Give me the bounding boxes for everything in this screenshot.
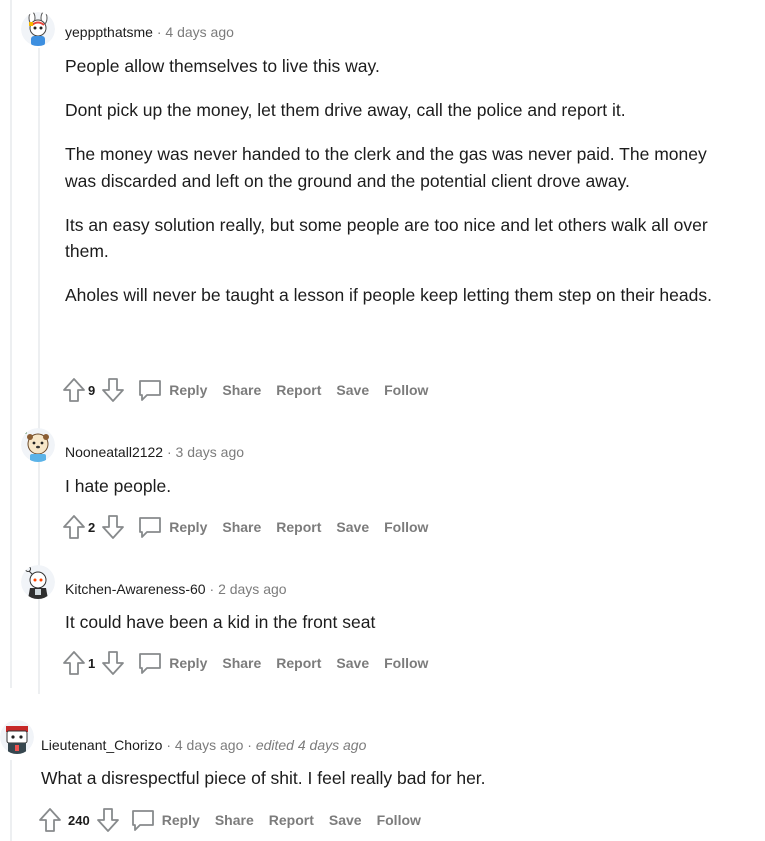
- comment-actions: 240 Reply Share Report Save Follow: [38, 805, 436, 835]
- save-button[interactable]: Save: [336, 382, 369, 398]
- comment-meta: Nooneatall2122 · 3 days ago: [65, 443, 244, 461]
- share-button[interactable]: Share: [215, 812, 254, 828]
- vote-score: 1: [88, 655, 96, 671]
- follow-button[interactable]: Follow: [377, 812, 421, 828]
- username-link[interactable]: Lieutenant_Chorizo: [41, 737, 162, 753]
- downvote-arrow-icon[interactable]: [101, 377, 125, 403]
- comment-body: I hate people.: [65, 473, 725, 500]
- upvote-arrow-icon[interactable]: [62, 650, 86, 676]
- comment-paragraph: Aholes will never be taught a lesson if …: [65, 285, 712, 305]
- follow-button[interactable]: Follow: [384, 382, 428, 398]
- upvote-arrow-icon[interactable]: [38, 807, 62, 833]
- edited-label: edited 4 days ago: [255, 737, 367, 753]
- follow-button[interactable]: Follow: [384, 655, 428, 671]
- save-button[interactable]: Save: [336, 519, 369, 535]
- comment-paragraph: Dont pick up the money, let them drive a…: [65, 100, 626, 120]
- reply-label: Reply: [161, 812, 200, 828]
- comment-actions: 1 Reply Share Report Save Follow: [62, 648, 443, 678]
- comment-actions: 2 Reply Share Report Save Follow: [62, 512, 443, 542]
- meta-separator: ·: [209, 581, 215, 597]
- speech-bubble-icon: [137, 514, 163, 540]
- timestamp[interactable]: 4 days ago: [165, 24, 234, 40]
- comment-body: People allow themselves to live this way…: [65, 53, 725, 309]
- meta-separator: ·: [247, 737, 252, 753]
- upvote-arrow-icon[interactable]: [62, 514, 86, 540]
- downvote-arrow-icon[interactable]: [96, 807, 120, 833]
- thread-line[interactable]: [10, 760, 12, 841]
- reply-label: Reply: [169, 655, 208, 671]
- comment-paragraph: The money was never handed to the clerk …: [65, 144, 707, 191]
- report-button[interactable]: Report: [276, 519, 321, 535]
- comment: yepppthatsme · 4 days ago People allow t…: [0, 0, 765, 410]
- comment-paragraph: People allow themselves to live this way…: [65, 56, 380, 76]
- speech-bubble-icon: [137, 377, 163, 403]
- meta-separator: ·: [166, 444, 172, 460]
- vote-score: 240: [68, 812, 90, 828]
- reply-label: Reply: [169, 519, 208, 535]
- share-button[interactable]: Share: [222, 382, 261, 398]
- username-link[interactable]: Kitchen-Awareness-60: [65, 581, 206, 597]
- comment-actions: 9 Reply Share Report Save Follow: [62, 375, 443, 405]
- comment-paragraph: It could have been a kid in the front se…: [65, 612, 376, 632]
- comment-paragraph: Its an easy solution really, but some pe…: [65, 214, 708, 262]
- upvote-arrow-icon[interactable]: [62, 377, 86, 403]
- speech-bubble-icon: [130, 807, 156, 833]
- username-link[interactable]: Nooneatall2122: [65, 444, 163, 460]
- comment-body: It could have been a kid in the front se…: [65, 609, 725, 636]
- reply-button[interactable]: Reply: [137, 514, 222, 540]
- comment-meta: Lieutenant_Chorizo · 4 days ago · edited…: [41, 736, 366, 754]
- timestamp[interactable]: 2 days ago: [218, 581, 287, 597]
- reply-button[interactable]: Reply: [137, 377, 222, 403]
- timestamp[interactable]: 4 days ago: [175, 737, 244, 753]
- report-button[interactable]: Report: [276, 655, 321, 671]
- save-button[interactable]: Save: [329, 812, 362, 828]
- timestamp[interactable]: 3 days ago: [176, 444, 245, 460]
- user-avatar[interactable]: [21, 12, 55, 46]
- comment-paragraph: I hate people.: [65, 476, 172, 496]
- downvote-arrow-icon[interactable]: [101, 514, 125, 540]
- meta-separator: ·: [156, 24, 162, 40]
- user-avatar[interactable]: [21, 565, 55, 599]
- vote-score: 9: [88, 382, 96, 398]
- reply-label: Reply: [169, 382, 208, 398]
- share-button[interactable]: Share: [222, 519, 261, 535]
- downvote-arrow-icon[interactable]: [101, 650, 125, 676]
- comment-paragraph: What a disrespectful piece of shit. I fe…: [41, 768, 486, 788]
- follow-button[interactable]: Follow: [384, 519, 428, 535]
- reply-button[interactable]: Reply: [130, 807, 215, 833]
- speech-bubble-icon: [137, 650, 163, 676]
- share-button[interactable]: Share: [222, 655, 261, 671]
- comment-body: What a disrespectful piece of shit. I fe…: [41, 765, 721, 792]
- reply-button[interactable]: Reply: [137, 650, 222, 676]
- user-avatar[interactable]: [21, 428, 55, 462]
- report-button[interactable]: Report: [269, 812, 314, 828]
- report-button[interactable]: Report: [276, 382, 321, 398]
- comment-meta: yepppthatsme · 4 days ago: [65, 23, 234, 41]
- vote-score: 2: [88, 519, 96, 535]
- user-avatar[interactable]: [0, 720, 34, 754]
- save-button[interactable]: Save: [336, 655, 369, 671]
- meta-separator: ·: [166, 737, 171, 753]
- username-link[interactable]: yepppthatsme: [65, 24, 153, 40]
- comment-meta: Kitchen-Awareness-60 · 2 days ago: [65, 580, 287, 598]
